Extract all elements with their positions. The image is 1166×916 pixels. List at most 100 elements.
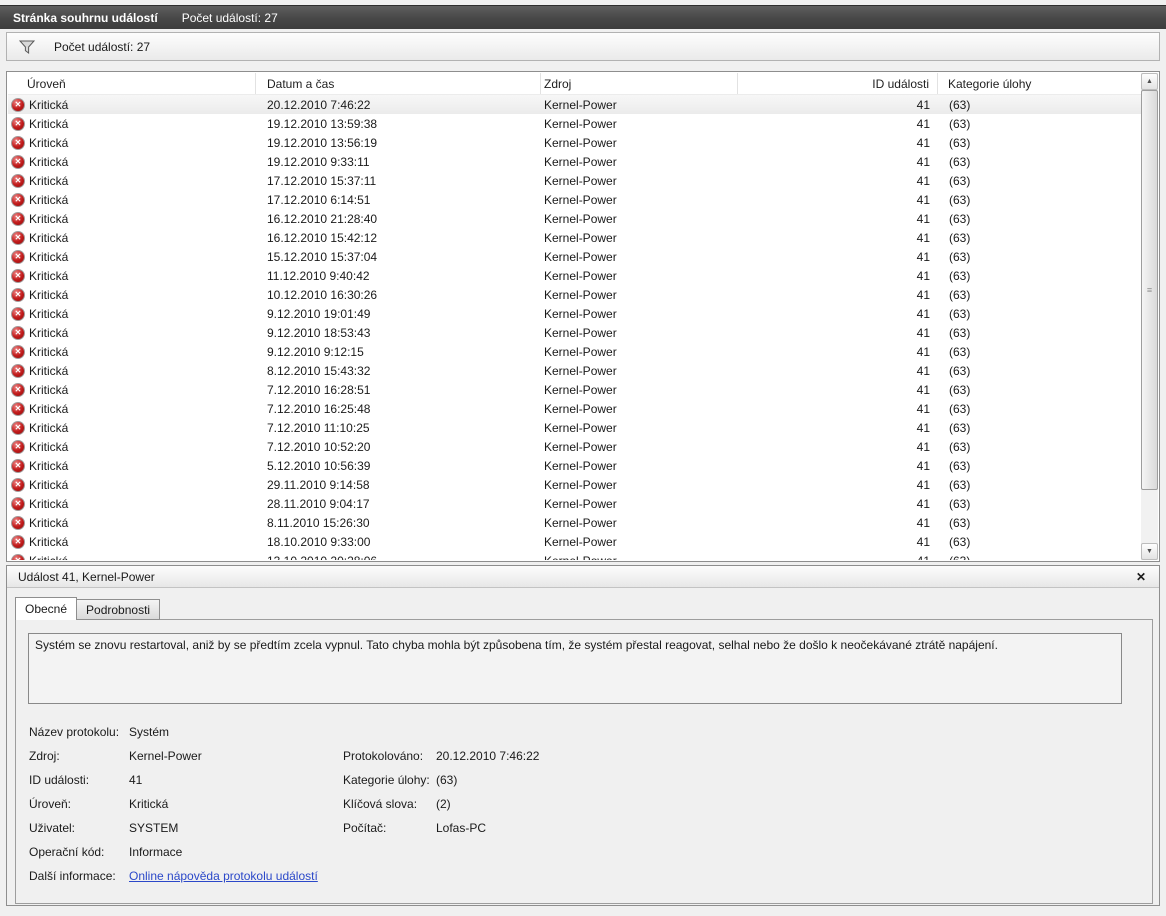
category-cell: (63) bbox=[938, 440, 1141, 454]
event-row[interactable]: ✕Kritická17.12.2010 15:37:11Kernel-Power… bbox=[8, 171, 1141, 190]
datetime-cell: 5.12.2010 10:56:39 bbox=[256, 459, 541, 473]
scrollbar-thumb[interactable]: ≡ bbox=[1141, 90, 1158, 490]
level-cell: ✕Kritická bbox=[8, 554, 256, 561]
event-id-cell: 41 bbox=[738, 307, 938, 321]
event-row[interactable]: ✕Kritická19.12.2010 9:33:11Kernel-Power4… bbox=[8, 152, 1141, 171]
close-icon[interactable]: ✕ bbox=[1136, 570, 1146, 584]
datetime-cell: 9.12.2010 9:12:15 bbox=[256, 345, 541, 359]
source-cell: Kernel-Power bbox=[541, 269, 738, 283]
event-row[interactable]: ✕Kritická19.12.2010 13:59:38Kernel-Power… bbox=[8, 114, 1141, 133]
datetime-cell: 13.10.2010 20:28:06 bbox=[256, 554, 541, 561]
level-cell: ✕Kritická bbox=[8, 250, 256, 264]
event-row[interactable]: ✕Kritická9.12.2010 9:12:15Kernel-Power41… bbox=[8, 342, 1141, 361]
field-value[interactable]: Online nápověda protokolu událostí bbox=[129, 869, 343, 883]
scroll-up-icon[interactable]: ▲ bbox=[1141, 73, 1158, 90]
level-label: Kritická bbox=[29, 478, 68, 492]
event-row[interactable]: ✕Kritická29.11.2010 9:14:58Kernel-Power4… bbox=[8, 475, 1141, 494]
event-row[interactable]: ✕Kritická8.12.2010 15:43:32Kernel-Power4… bbox=[8, 361, 1141, 380]
event-log-online-help-link[interactable]: Online nápověda protokolu událostí bbox=[129, 869, 318, 883]
critical-icon: ✕ bbox=[11, 174, 25, 188]
event-fields: Název protokolu:SystémZdroj:Kernel-Power… bbox=[29, 720, 1142, 888]
event-id-cell: 41 bbox=[738, 136, 938, 150]
event-id-cell: 41 bbox=[738, 554, 938, 561]
category-cell: (63) bbox=[938, 535, 1141, 549]
level-label: Kritická bbox=[29, 440, 68, 454]
category-cell: (63) bbox=[938, 554, 1141, 561]
category-cell: (63) bbox=[938, 345, 1141, 359]
field-value: Systém bbox=[129, 725, 343, 739]
event-id-cell: 41 bbox=[738, 231, 938, 245]
event-id-cell: 41 bbox=[738, 212, 938, 226]
event-row[interactable]: ✕Kritická17.12.2010 6:14:51Kernel-Power4… bbox=[8, 190, 1141, 209]
detail-tab-content: Systém se znovu restartoval, aniž by se … bbox=[15, 619, 1153, 904]
event-id-cell: 41 bbox=[738, 402, 938, 416]
source-cell: Kernel-Power bbox=[541, 345, 738, 359]
category-cell: (63) bbox=[938, 421, 1141, 435]
event-row[interactable]: ✕Kritická5.12.2010 10:56:39Kernel-Power4… bbox=[8, 456, 1141, 475]
event-row[interactable]: ✕Kritická13.10.2010 20:28:06Kernel-Power… bbox=[8, 551, 1141, 560]
event-id-cell: 41 bbox=[738, 535, 938, 549]
event-row[interactable]: ✕Kritická18.10.2010 9:33:00Kernel-Power4… bbox=[8, 532, 1141, 551]
category-cell: (63) bbox=[938, 193, 1141, 207]
critical-icon: ✕ bbox=[11, 459, 25, 473]
datetime-cell: 7.12.2010 16:25:48 bbox=[256, 402, 541, 416]
critical-icon: ✕ bbox=[11, 307, 25, 321]
event-row[interactable]: ✕Kritická15.12.2010 15:37:04Kernel-Power… bbox=[8, 247, 1141, 266]
level-cell: ✕Kritická bbox=[8, 421, 256, 435]
level-label: Kritická bbox=[29, 364, 68, 378]
event-row[interactable]: ✕ Kritická 7.12.2010 16:25:48Kernel-Power4… bbox=[8, 399, 1141, 418]
source-cell: Kernel-Power bbox=[541, 440, 738, 454]
event-row[interactable]: ✕Kritická16.12.2010 15:42:12Kernel-Power… bbox=[8, 228, 1141, 247]
event-id-cell: 41 bbox=[738, 421, 938, 435]
page-title: Stránka souhrnu událostí bbox=[13, 11, 158, 25]
column-header-datetime[interactable]: Datum a čas bbox=[256, 73, 541, 94]
category-cell: (63) bbox=[938, 98, 1141, 112]
critical-icon: ✕ bbox=[11, 288, 25, 302]
category-cell: (63) bbox=[938, 174, 1141, 188]
event-row[interactable]: ✕Kritická11.12.2010 9:40:42Kernel-Power4… bbox=[8, 266, 1141, 285]
column-header-category[interactable]: Kategorie úlohy bbox=[938, 73, 1141, 94]
vertical-scrollbar[interactable]: ▲ ≡ ▼ bbox=[1141, 73, 1158, 560]
column-header-level[interactable]: Úroveň bbox=[8, 73, 256, 94]
event-id-cell: 41 bbox=[738, 117, 938, 131]
source-cell: Kernel-Power bbox=[541, 402, 738, 416]
column-header-source[interactable]: Zdroj bbox=[541, 73, 738, 94]
event-row[interactable]: ✕Kritická20.12.2010 7:46:22Kernel-Power4… bbox=[8, 95, 1141, 114]
event-row[interactable]: ✕Kritická10.12.2010 16:30:26Kernel-Power… bbox=[8, 285, 1141, 304]
tab-general[interactable]: Obecné bbox=[15, 597, 77, 620]
level-label: Kritická bbox=[29, 402, 68, 416]
event-row[interactable]: ✕Kritická16.12.2010 21:28:40Kernel-Power… bbox=[8, 209, 1141, 228]
field-row: Další informace:Online nápověda protokol… bbox=[29, 864, 1142, 888]
level-cell: ✕Kritická bbox=[8, 326, 256, 340]
critical-icon: ✕ bbox=[11, 516, 25, 530]
field-row: Uživatel:SYSTEMPočítač:Lofas-PC bbox=[29, 816, 1142, 840]
source-cell: Kernel-Power bbox=[541, 307, 738, 321]
filter-funnel-icon bbox=[19, 40, 35, 54]
datetime-cell: 9.12.2010 18:53:43 bbox=[256, 326, 541, 340]
field-label: Název protokolu: bbox=[29, 725, 129, 739]
event-row[interactable]: ✕Kritická9.12.2010 18:53:43Kernel-Power4… bbox=[8, 323, 1141, 342]
tab-details[interactable]: Podrobnosti bbox=[77, 599, 160, 620]
event-row[interactable]: ✕Kritická8.11.2010 15:26:30Kernel-Power4… bbox=[8, 513, 1141, 532]
level-cell: ✕ Kritická bbox=[8, 402, 256, 416]
datetime-cell: 19.12.2010 13:59:38 bbox=[256, 117, 541, 131]
event-description: Systém se znovu restartoval, aniž by se … bbox=[28, 633, 1122, 704]
source-cell: Kernel-Power bbox=[541, 231, 738, 245]
level-cell: ✕Kritická bbox=[8, 535, 256, 549]
level-label: Kritická bbox=[29, 174, 68, 188]
level-cell: ✕Kritická bbox=[8, 307, 256, 321]
column-header-event-id[interactable]: ID události bbox=[738, 73, 938, 94]
level-label: Kritická bbox=[29, 117, 68, 131]
event-row[interactable]: ✕Kritická7.12.2010 16:28:51Kernel-Power4… bbox=[8, 380, 1141, 399]
event-row[interactable]: ✕Kritická7.12.2010 11:10:25Kernel-Power4… bbox=[8, 418, 1141, 437]
event-row[interactable]: ✕Kritická28.11.2010 9:04:17Kernel-Power4… bbox=[8, 494, 1141, 513]
scroll-down-icon[interactable]: ▼ bbox=[1141, 543, 1158, 560]
category-cell: (63) bbox=[938, 136, 1141, 150]
event-row[interactable]: ✕Kritická7.12.2010 10:52:20Kernel-Power4… bbox=[8, 437, 1141, 456]
field-label: Úroveň: bbox=[29, 797, 129, 811]
level-label: Kritická bbox=[29, 516, 68, 530]
event-row[interactable]: ✕Kritická9.12.2010 19:01:49Kernel-Power4… bbox=[8, 304, 1141, 323]
critical-icon: ✕ bbox=[11, 402, 25, 416]
event-row[interactable]: ✕Kritická19.12.2010 13:56:19Kernel-Power… bbox=[8, 133, 1141, 152]
level-label: Kritická bbox=[29, 269, 68, 283]
